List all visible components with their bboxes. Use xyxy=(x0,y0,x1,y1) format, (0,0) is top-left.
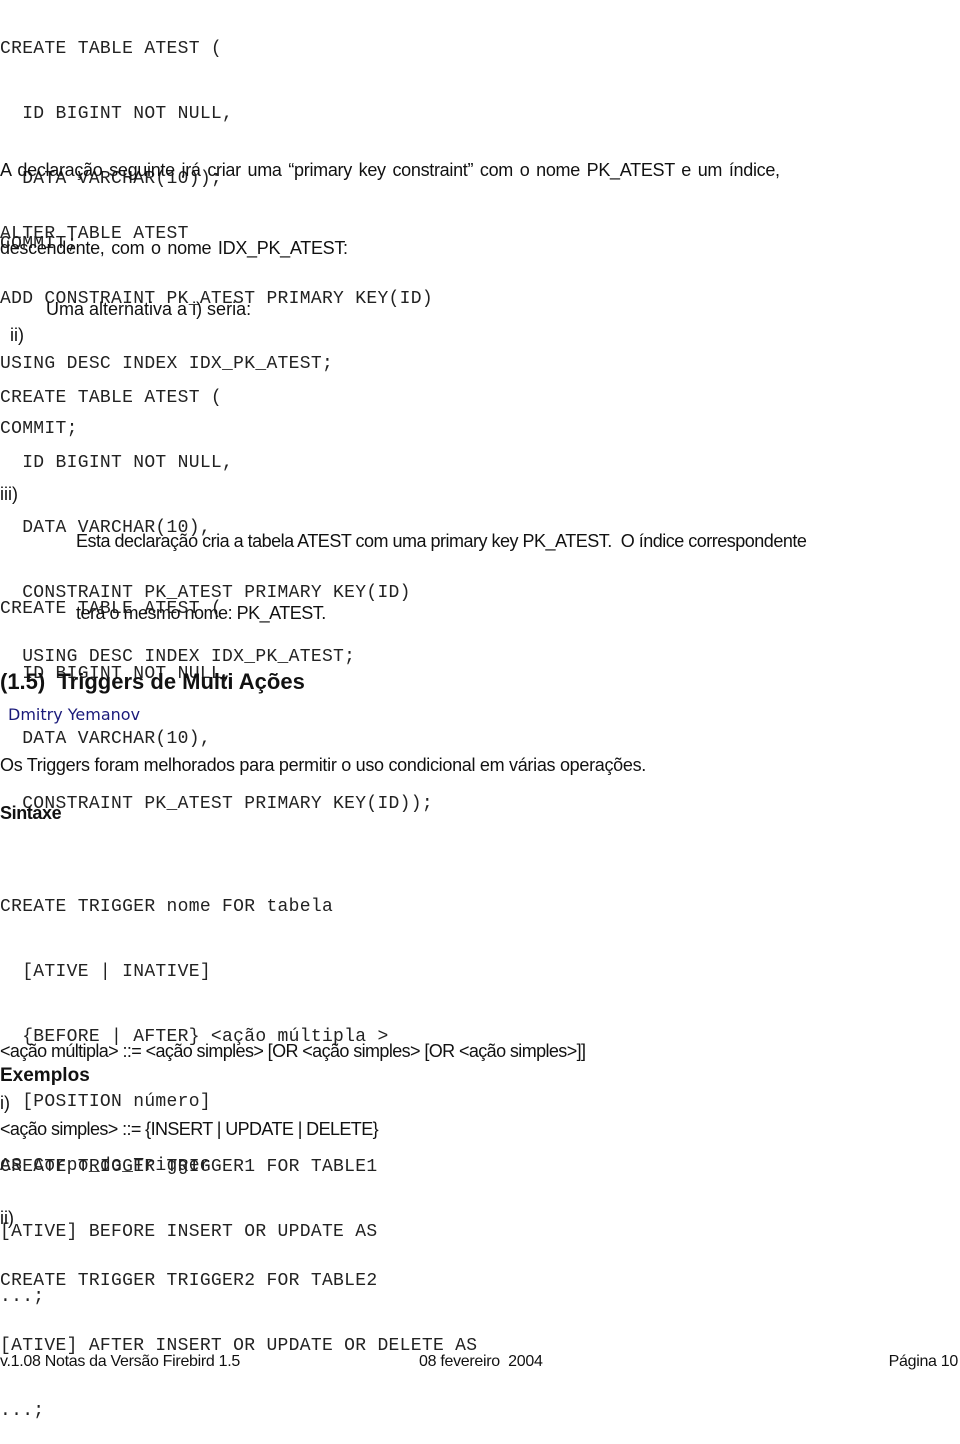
code-line: ALTER TABLE ATEST xyxy=(0,224,189,245)
grammar-line: <ação múltipla> ::= <ação simples> [OR <… xyxy=(0,1041,586,1061)
code-line: CREATE TRIGGER TRIGGER1 FOR TABLE1 xyxy=(0,1157,378,1178)
code-line: CONSTRAINT PK_ATEST PRIMARY KEY(ID)); xyxy=(0,793,433,814)
footer-page-number: Página 10 xyxy=(888,1353,959,1370)
code-line: CREATE TABLE ATEST ( xyxy=(0,39,223,60)
paragraph-line: A declaração seguinte irá criar uma “pri… xyxy=(0,160,780,180)
list-marker-iii: iii) xyxy=(0,484,18,504)
footer-left: v.1.08 Notas da Versão Firebird 1.5 xyxy=(0,1353,241,1370)
examples-heading: Exemplos xyxy=(0,1065,90,1086)
code-block-example-2: CREATE TRIGGER TRIGGER2 FOR TABLE2 [ATIV… xyxy=(0,1228,477,1444)
code-line: ...; xyxy=(0,1400,45,1421)
syntax-heading: Sintaxe xyxy=(0,803,62,823)
code-block-create-table-pk: CREATE TABLE ATEST ( ID BIGINT NOT NULL,… xyxy=(0,556,433,837)
list-item-ii-text: Uma alternativa a i) seria: xyxy=(46,299,252,319)
code-line: ID BIGINT NOT NULL, xyxy=(0,452,234,473)
section-title: (1.5) Triggers de Multi Ações xyxy=(0,669,305,694)
code-line: CREATE TABLE ATEST ( xyxy=(0,388,223,409)
paragraph-line: Esta declaração cria a tabela ATEST com … xyxy=(76,531,807,551)
code-line: CREATE TABLE ATEST ( xyxy=(0,599,223,620)
example-1-marker: i) xyxy=(0,1093,10,1113)
list-item-ii: ii) xyxy=(0,296,24,348)
code-line: CREATE TRIGGER TRIGGER2 FOR TABLE2 xyxy=(0,1271,378,1292)
list-marker: ii) xyxy=(10,325,25,345)
section-intro: Os Triggers foram melhorados para permit… xyxy=(0,755,646,775)
author-name: Dmitry Yemanov xyxy=(8,705,141,724)
code-line: DATA VARCHAR(10), xyxy=(0,728,211,749)
code-line: [ATIVE | INATIVE] xyxy=(0,961,211,982)
footer-center: 08 fevereiro 2004 xyxy=(419,1353,543,1370)
code-line: CREATE TRIGGER nome FOR tabela xyxy=(0,897,334,918)
